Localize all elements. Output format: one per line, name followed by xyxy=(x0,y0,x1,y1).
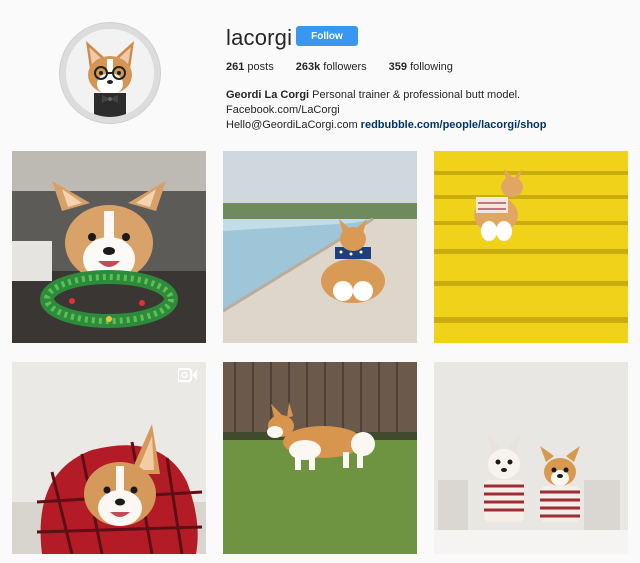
corgi-avatar-illustration xyxy=(66,29,154,117)
profile-username: lacorgi xyxy=(226,25,293,50)
following-stat[interactable]: 359 following xyxy=(389,61,453,73)
corgi-pool-photo xyxy=(223,151,417,343)
followers-label: followers xyxy=(323,61,367,73)
two-corgis-photo xyxy=(434,362,628,554)
profile-bio: Geordi La Corgi Personal trainer & profe… xyxy=(226,88,631,133)
posts-stat: 261 posts xyxy=(226,61,274,73)
corgi-plaid-blanket-photo xyxy=(12,362,206,554)
post-tile[interactable] xyxy=(12,151,206,343)
corgi-grass-photo xyxy=(223,362,417,554)
profile-stats: 261 posts 263k followers 359 following xyxy=(226,61,475,73)
post-tile[interactable] xyxy=(223,151,417,343)
follow-button[interactable]: Follow xyxy=(296,26,358,46)
corgi-garland-photo xyxy=(12,151,206,343)
following-count: 359 xyxy=(388,61,408,73)
bio-email: Hello@GeordiLaCorgi.com xyxy=(226,119,361,131)
post-tile[interactable] xyxy=(434,362,628,554)
video-camera-icon xyxy=(178,368,197,382)
post-tile[interactable] xyxy=(223,362,417,554)
post-tile[interactable] xyxy=(434,151,628,343)
bio-link[interactable]: redbubble.com/people/lacorgi/shop xyxy=(361,119,547,131)
following-label: following xyxy=(410,61,453,73)
posts-count: 261 xyxy=(226,61,245,73)
profile-avatar[interactable] xyxy=(59,22,161,124)
corgi-yellow-steps-photo xyxy=(434,151,628,343)
followers-count: 263k xyxy=(295,61,321,73)
profile-full-name: Geordi La Corgi xyxy=(226,89,310,101)
post-tile[interactable] xyxy=(12,362,206,554)
posts-label: posts xyxy=(247,61,274,73)
followers-stat[interactable]: 263k followers xyxy=(296,61,367,73)
